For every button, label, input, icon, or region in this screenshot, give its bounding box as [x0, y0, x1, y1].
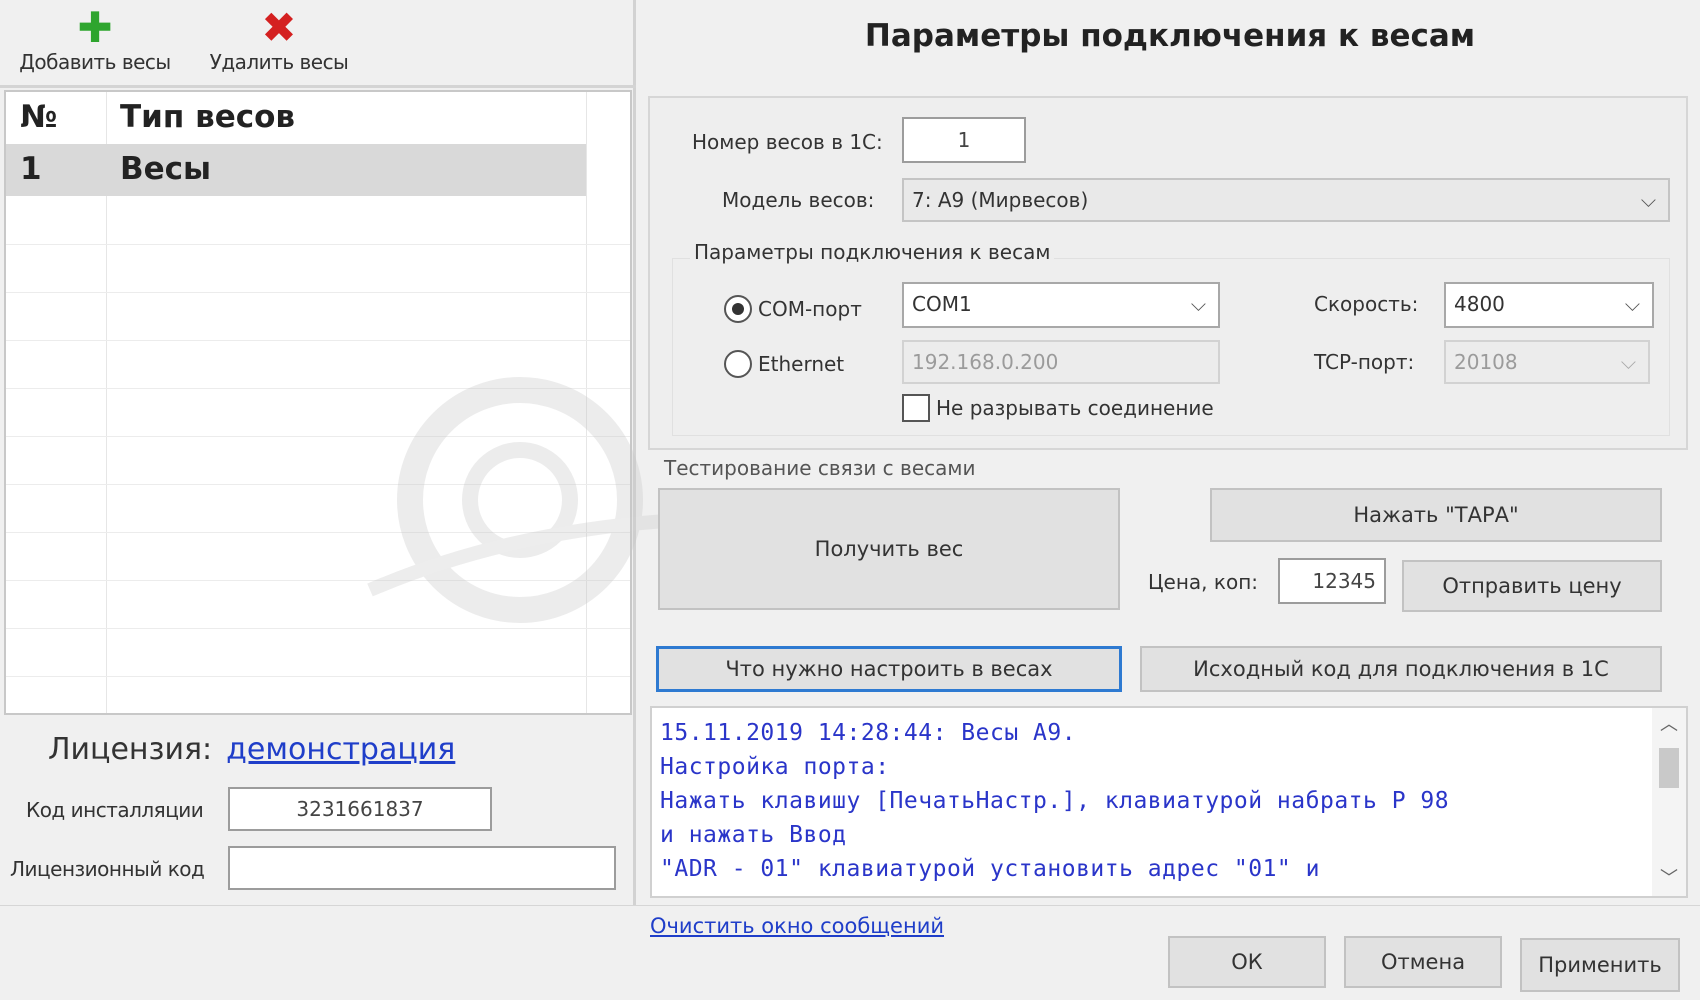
log-line: и нажать Ввод	[660, 822, 847, 848]
ethernet-radio[interactable]	[724, 350, 752, 378]
model-label: Модель весов:	[722, 188, 875, 212]
grid-line	[6, 676, 630, 677]
grid-line	[6, 244, 630, 245]
speed-select[interactable]: 4800 ⌵	[1444, 282, 1654, 328]
speed-value: 4800	[1454, 292, 1505, 316]
log-line: Нажать клавишу [ПечатьНастр.], клавиатур…	[660, 788, 1450, 814]
send-price-button[interactable]: Отправить цену	[1402, 560, 1662, 612]
com-port-value: COM1	[912, 292, 972, 316]
scales-list-panel: ✚ Добавить весы ✖ Удалить весы № Тип вес…	[0, 0, 636, 905]
model-value: 7: А9 (Мирвесов)	[912, 188, 1089, 212]
x-icon: ✖	[261, 3, 297, 52]
footer-divider	[0, 905, 1700, 906]
ok-button[interactable]: ОК	[1168, 936, 1326, 988]
ethernet-address-field[interactable]: 192.168.0.200	[902, 340, 1220, 384]
tcp-port-select[interactable]: 20108 ⌵	[1444, 340, 1650, 384]
speed-label: Скорость:	[1314, 292, 1419, 316]
ethernet-label[interactable]: Ethernet	[758, 352, 844, 376]
grid-line	[6, 340, 630, 341]
add-scale-button[interactable]: ✚ Добавить весы	[6, 3, 184, 75]
cancel-button[interactable]: Отмена	[1344, 936, 1502, 988]
tcp-port-value: 20108	[1454, 350, 1518, 374]
scale-setup-button[interactable]: Что нужно настроить в весах	[656, 646, 1122, 692]
get-weight-button[interactable]: Получить вес	[658, 488, 1120, 610]
license-code-field[interactable]	[228, 846, 616, 890]
tare-button[interactable]: Нажать "ТАРА"	[1210, 488, 1662, 542]
install-code-field[interactable]: 3231661837	[228, 787, 492, 831]
com-port-select[interactable]: COM1 ⌵	[902, 282, 1220, 328]
chevron-down-icon: ⌵	[1640, 188, 1656, 212]
delete-scale-button[interactable]: ✖ Удалить весы	[198, 3, 360, 75]
keep-connection-checkbox[interactable]	[902, 394, 930, 422]
column-header-number[interactable]: №	[20, 99, 57, 135]
grid-line	[6, 388, 630, 389]
connection-group-label: Параметры подключения к весам	[690, 240, 1055, 264]
message-log[interactable]: 15.11.2019 14:28:44: Весы А9. Настройка …	[650, 706, 1688, 898]
row-number-cell: 1	[20, 151, 42, 187]
delete-scale-label: Удалить весы	[209, 50, 349, 74]
grid-line	[6, 436, 630, 437]
source-code-button[interactable]: Исходный код для подключения в 1С	[1140, 646, 1662, 692]
price-field[interactable]: 12345	[1278, 558, 1386, 604]
log-line: "ADR - 01" клавиатурой установить адрес …	[660, 856, 1320, 882]
price-label: Цена, коп:	[1148, 570, 1259, 594]
grid-line	[6, 532, 630, 533]
chevron-down-icon: ⌵	[1624, 292, 1640, 316]
model-select[interactable]: 7: А9 (Мирвесов) ⌵	[902, 178, 1670, 222]
grid-line	[6, 484, 630, 485]
com-port-radio[interactable]	[724, 295, 752, 323]
grid-line	[6, 292, 630, 293]
add-scale-label: Добавить весы	[19, 50, 171, 74]
scales-table: № Тип весов 1 Весы	[4, 90, 632, 715]
ethernet-address-value: 192.168.0.200	[912, 350, 1059, 374]
grid-line	[6, 580, 630, 581]
page-title: Параметры подключения к весам	[864, 18, 1476, 54]
testing-group-label: Тестирование связи с весами	[664, 456, 976, 480]
scroll-down-icon[interactable]: ﹀	[1652, 864, 1686, 894]
license-row: Лицензия: демонстрация	[48, 732, 455, 767]
log-line: Настройка порта:	[660, 754, 890, 780]
install-code-label: Код инсталляции	[26, 798, 204, 822]
license-code-label: Лицензионный код	[10, 857, 205, 881]
toolbar: ✚ Добавить весы ✖ Удалить весы	[0, 0, 636, 88]
chevron-down-icon: ⌵	[1190, 292, 1206, 316]
table-row[interactable]: 1 Весы	[6, 144, 586, 196]
grid-line	[6, 628, 630, 629]
scroll-up-icon[interactable]: ︿	[1652, 710, 1686, 740]
clear-messages-link[interactable]: Очистить окно сообщений	[650, 914, 944, 938]
tcp-port-label: TCP-порт:	[1314, 350, 1415, 374]
log-line: 15.11.2019 14:28:44: Весы А9.	[660, 720, 1077, 746]
row-type-cell: Весы	[120, 151, 212, 187]
scrollbar-thumb[interactable]	[1659, 748, 1679, 788]
scale-number-field[interactable]: 1	[902, 117, 1026, 163]
log-scrollbar[interactable]: ︿ ﹀	[1652, 708, 1686, 896]
keep-connection-label[interactable]: Не разрывать соединение	[936, 396, 1214, 420]
license-link[interactable]: демонстрация	[226, 732, 455, 767]
table-header: № Тип весов	[6, 92, 586, 144]
grid-line	[586, 92, 587, 713]
plus-icon: ✚	[77, 3, 113, 52]
column-header-type[interactable]: Тип весов	[120, 99, 295, 135]
com-port-label[interactable]: COM-порт	[758, 297, 862, 321]
license-label: Лицензия:	[48, 732, 213, 767]
apply-button[interactable]: Применить	[1520, 938, 1680, 992]
chevron-down-icon: ⌵	[1620, 350, 1636, 374]
scale-number-label: Номер весов в 1С:	[692, 130, 883, 154]
